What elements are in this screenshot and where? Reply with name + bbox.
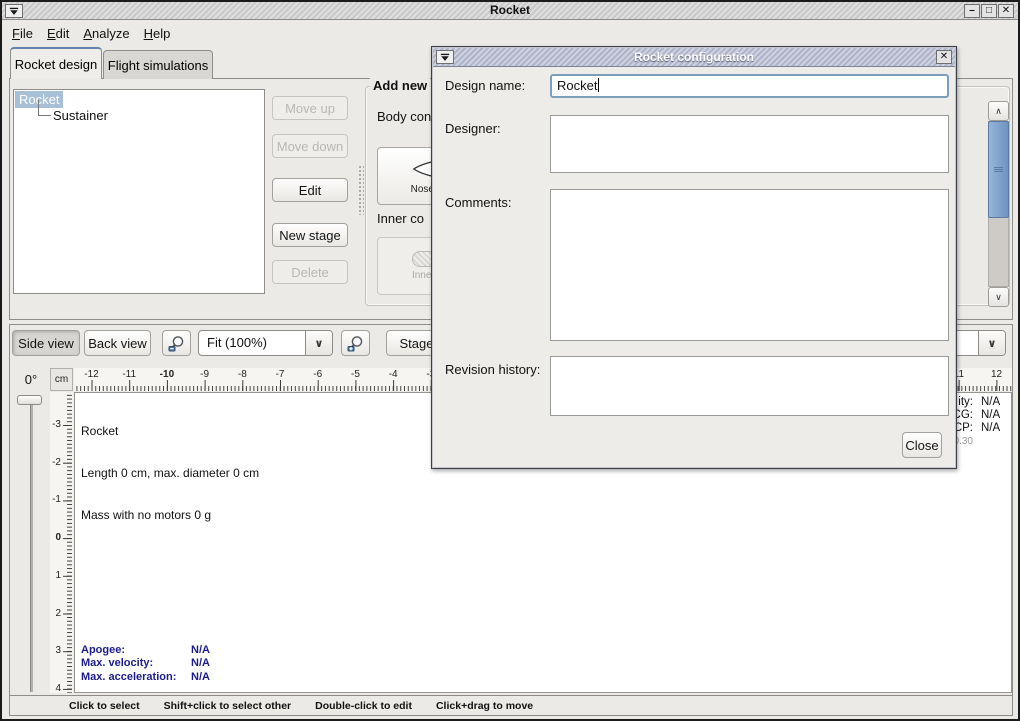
revision-history-label: Revision history:: [445, 362, 540, 377]
close-button[interactable]: ✕: [998, 4, 1014, 18]
design-name-input[interactable]: Rocket: [550, 74, 949, 98]
flight-label: Apogee:: [81, 644, 191, 658]
flight-data: Apogee:N/A Max. velocity:N/A Max. accele…: [81, 644, 210, 685]
tab-rocket-design[interactable]: Rocket design: [10, 47, 102, 79]
maximize-button[interactable]: □: [981, 4, 997, 18]
v-ruler-label: 3: [55, 645, 61, 656]
h-ruler-label: -11: [122, 369, 136, 380]
zoom-out-icon: [168, 335, 185, 352]
tab-flight-simulations-label: Flight simulations: [108, 58, 208, 73]
dialog-close-button[interactable]: Close: [902, 432, 942, 458]
v-ruler-label: 2: [55, 608, 61, 619]
design-name-value: Rocket: [557, 78, 597, 93]
dialog-titlebar[interactable]: Rocket configuration ✕: [433, 48, 955, 67]
rocket-configuration-dialog: Rocket configuration ✕ Design name: Rock…: [431, 46, 957, 469]
stability-value: N/A: [981, 396, 1007, 409]
zoom-level-combo[interactable]: Fit (100%) ∨: [198, 330, 333, 356]
rocket-info-line: Rocket: [81, 424, 259, 438]
edit-button[interactable]: Edit: [272, 178, 348, 202]
v-ruler-label: -3: [52, 419, 61, 430]
menu-help[interactable]: Help: [144, 26, 171, 41]
v-ruler-label: -2: [52, 457, 61, 468]
rotation-value: 0°: [14, 368, 48, 390]
rotation-slider-handle[interactable]: [17, 395, 42, 405]
revision-history-input[interactable]: [550, 356, 949, 416]
v-ruler-label: 1: [55, 570, 61, 581]
menu-file[interactable]: File: [12, 26, 33, 41]
h-ruler-label: -5: [351, 369, 360, 380]
status-hint: Click+drag to move: [436, 700, 533, 712]
designer-input[interactable]: [550, 115, 949, 173]
scroll-up-button[interactable]: ∧: [988, 101, 1009, 121]
stability-label: ity:: [958, 396, 973, 409]
dialog-close-icon[interactable]: ✕: [936, 50, 952, 64]
move-up-button[interactable]: Move up: [272, 96, 348, 120]
flight-label: Max. velocity:: [81, 657, 191, 671]
add-new-scrollbar[interactable]: ∧ ∨: [988, 101, 1009, 307]
ruler-unit-label: cm: [50, 368, 73, 391]
text-caret: [598, 78, 599, 92]
back-view-button[interactable]: Back view: [84, 330, 151, 356]
zoom-level-value: Fit (100%): [199, 331, 305, 355]
h-ruler-label: -4: [389, 369, 398, 380]
flight-value: N/A: [191, 657, 210, 671]
delete-button[interactable]: Delete: [272, 260, 348, 284]
vertical-ruler: -3 -2 -1 0 1 2 3 4: [50, 392, 73, 693]
move-down-button[interactable]: Move down: [272, 134, 348, 158]
menu-analyze[interactable]: Analyze: [83, 26, 129, 41]
status-hint: Double-click to edit: [315, 700, 412, 712]
zoom-out-button[interactable]: [162, 330, 191, 356]
flight-value: N/A: [191, 644, 210, 658]
window-titlebar[interactable]: Rocket – □ ✕: [2, 2, 1018, 20]
status-hint: Click to select: [69, 700, 140, 712]
flight-value: N/A: [191, 671, 210, 685]
scroll-down-button[interactable]: ∨: [988, 287, 1009, 307]
splitter-grip[interactable]: [358, 165, 364, 215]
window-title: Rocket: [2, 3, 1018, 17]
statusbar: Click to select Shift+click to select ot…: [9, 695, 1013, 716]
main-window: Rocket – □ ✕ File Edit Analyze Help Rock…: [0, 0, 1020, 721]
h-ruler-label: -8: [238, 369, 247, 380]
comments-input[interactable]: [550, 189, 949, 341]
tab-flight-simulations[interactable]: Flight simulations: [103, 50, 213, 79]
tree-item-sustainer[interactable]: Sustainer: [53, 108, 108, 123]
zoom-in-button[interactable]: [341, 330, 370, 356]
side-view-button[interactable]: Side view: [12, 330, 80, 356]
menubar: File Edit Analyze Help: [2, 21, 1018, 46]
body-components-label: Body con: [377, 109, 431, 124]
inner-component-label: Inner co: [377, 211, 424, 226]
zoom-in-icon: [347, 335, 364, 352]
designer-label: Designer:: [445, 121, 501, 136]
v-ruler-label: 0: [55, 532, 61, 543]
minimize-button[interactable]: –: [964, 4, 980, 18]
h-ruler-label: -12: [84, 369, 98, 380]
tab-rocket-design-label: Rocket design: [15, 57, 97, 72]
status-hint: Shift+click to select other: [164, 700, 292, 712]
new-stage-button[interactable]: New stage: [272, 223, 348, 247]
chevron-down-icon: ∨: [978, 331, 1005, 355]
component-tree[interactable]: Rocket Sustainer: [13, 89, 265, 294]
stability-value: N/A: [981, 409, 1007, 422]
design-name-label: Design name:: [445, 78, 525, 93]
rocket-info-line: Mass with no motors 0 g: [81, 508, 259, 522]
v-ruler-label: 4: [55, 683, 61, 693]
tree-branch-line: [38, 100, 51, 116]
menu-edit[interactable]: Edit: [47, 26, 69, 41]
comments-label: Comments:: [445, 195, 511, 210]
h-ruler-label: -9: [200, 369, 209, 380]
h-ruler-label: -6: [313, 369, 322, 380]
scrollbar-thumb[interactable]: [988, 121, 1009, 218]
h-ruler-label: 12: [991, 369, 1002, 380]
rocket-info-line: Length 0 cm, max. diameter 0 cm: [81, 466, 259, 480]
stability-value: N/A: [981, 422, 1007, 435]
dialog-title: Rocket configuration: [433, 50, 955, 64]
rotation-slider-track[interactable]: [30, 404, 33, 692]
rocket-info: Rocket Length 0 cm, max. diameter 0 cm M…: [81, 396, 259, 550]
add-new-title: Add new: [370, 78, 430, 93]
chevron-down-icon: ∨: [305, 331, 332, 355]
h-ruler-label: -10: [160, 369, 174, 380]
flight-label: Max. acceleration:: [81, 671, 191, 685]
v-ruler-label: -1: [52, 494, 61, 505]
h-ruler-label: -7: [276, 369, 285, 380]
